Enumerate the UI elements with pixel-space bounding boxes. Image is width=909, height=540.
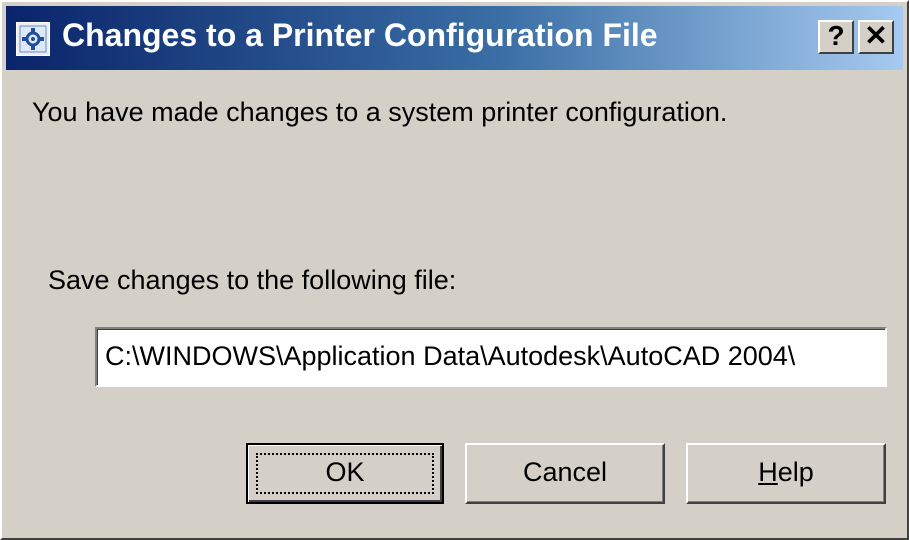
title-bar[interactable]: Changes to a Printer Configuration File …: [6, 6, 903, 70]
help-button-label: elp: [777, 457, 814, 487]
cancel-button[interactable]: Cancel: [465, 443, 665, 504]
close-icon: ✕: [864, 20, 888, 51]
save-file-label: Save changes to the following file:: [48, 265, 457, 295]
printer-config-dialog: Changes to a Printer Configuration File …: [0, 0, 909, 540]
file-path-field[interactable]: C:\WINDOWS\Application Data\Autodesk\Aut…: [95, 327, 887, 387]
dialog-message: You have made changes to a system printe…: [32, 97, 728, 127]
ok-button-label: OK: [325, 457, 365, 487]
question-mark-icon: ?: [827, 20, 845, 51]
title-close-button[interactable]: ✕: [858, 20, 894, 54]
dialog-title: Changes to a Printer Configuration File: [62, 17, 658, 53]
ok-button[interactable]: OK: [246, 443, 444, 504]
title-help-button[interactable]: ?: [818, 20, 854, 54]
printer-config-icon: [16, 22, 50, 56]
help-button[interactable]: Help: [686, 443, 886, 504]
help-button-mnemonic: H: [758, 457, 778, 487]
cancel-button-label: Cancel: [522, 457, 608, 487]
